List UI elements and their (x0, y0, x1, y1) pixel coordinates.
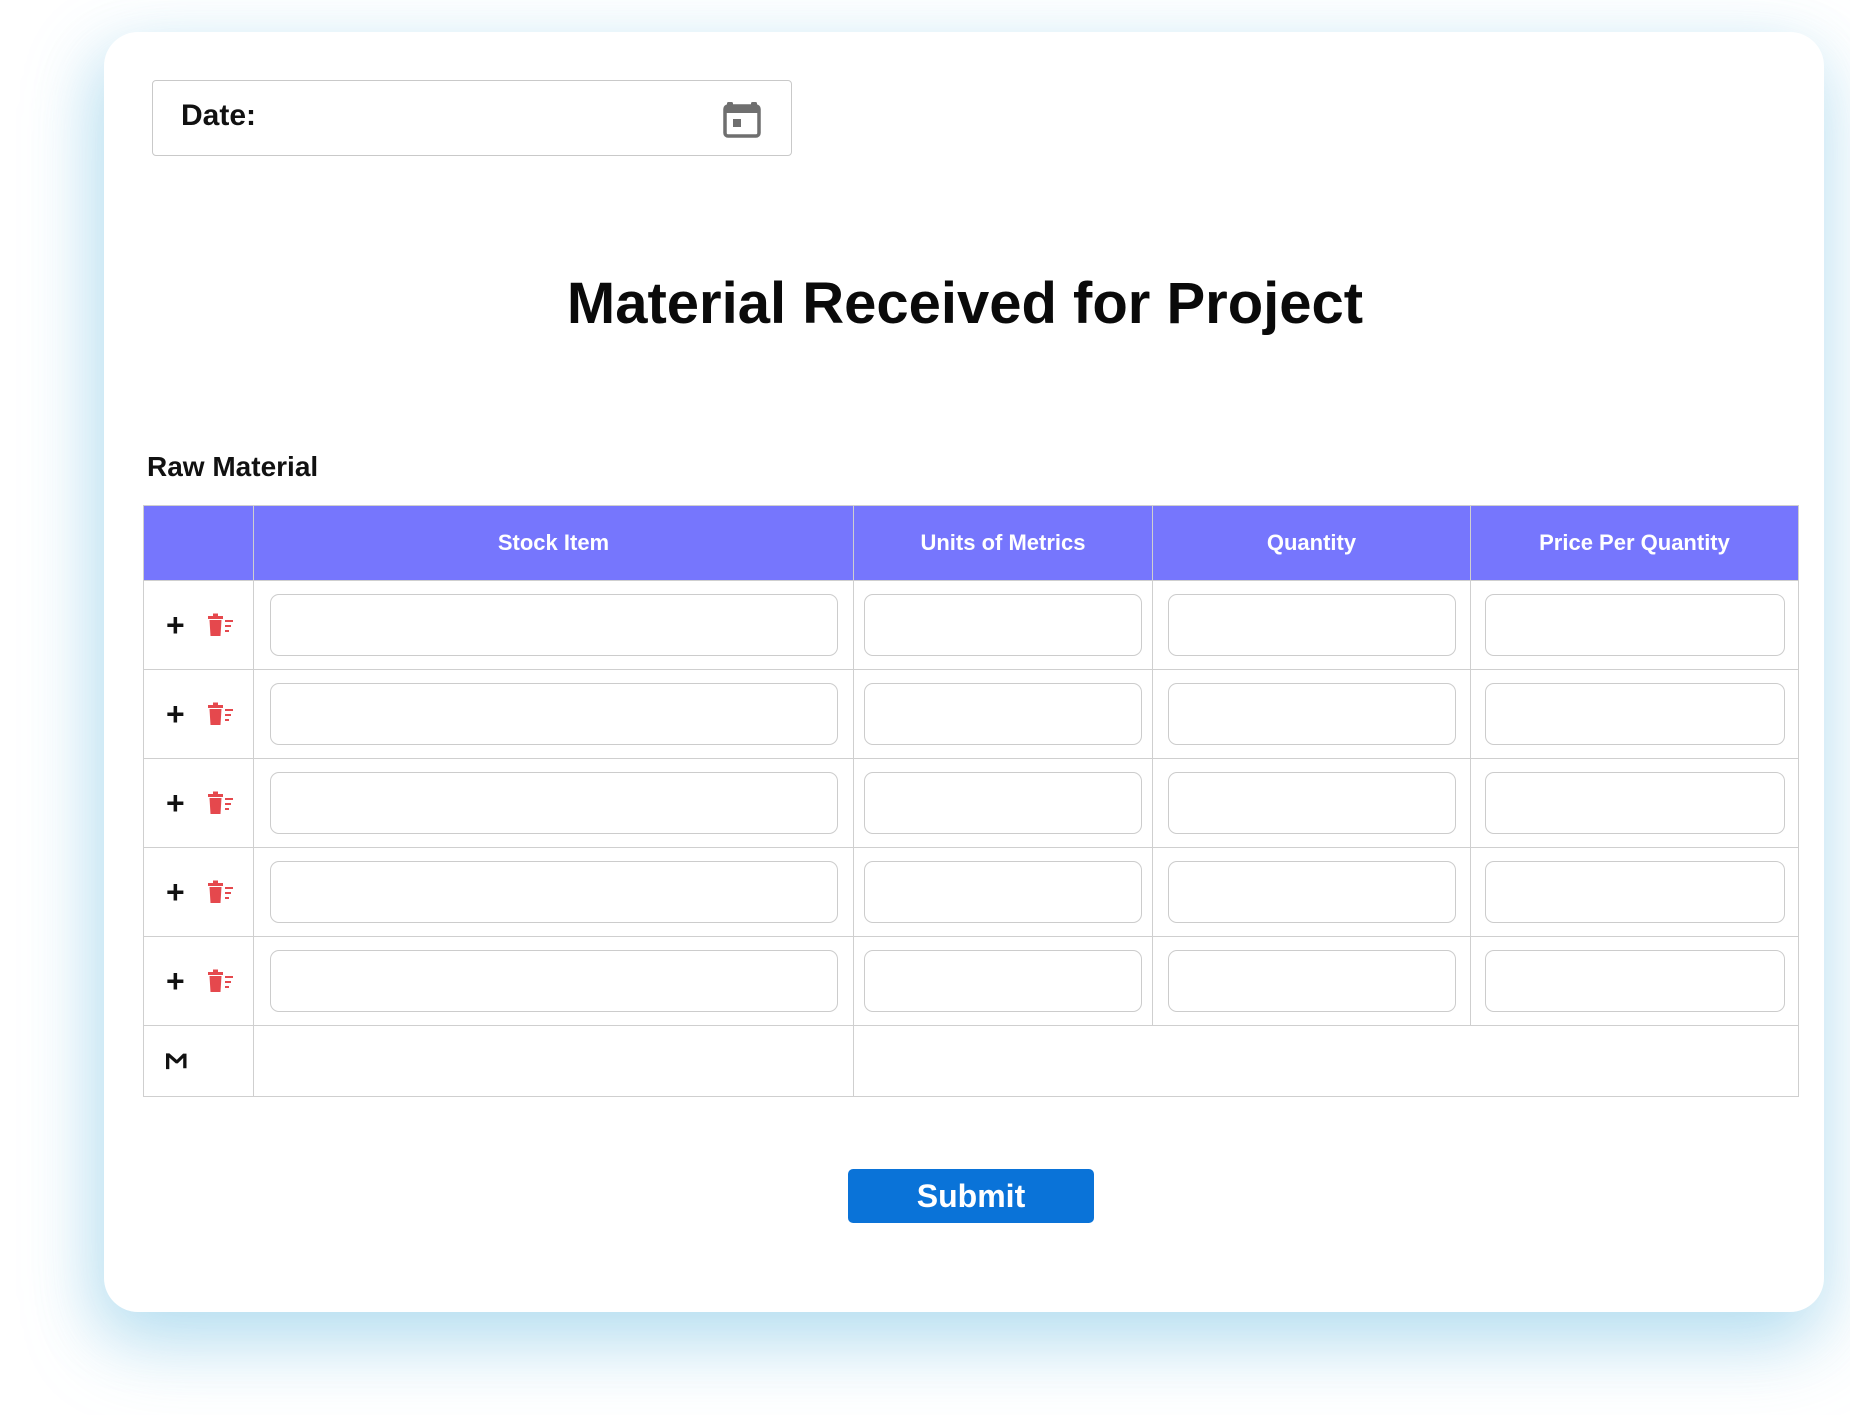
price-input[interactable] (1484, 683, 1785, 745)
section-label: Raw Material (147, 451, 319, 482)
cell-quantity (1152, 669, 1471, 759)
add-row-button[interactable]: + (166, 787, 185, 819)
row-controls: + (143, 936, 254, 1026)
sum-stock-item-cell (253, 1025, 854, 1097)
cell-quantity (1152, 758, 1471, 848)
price-input[interactable] (1484, 594, 1785, 656)
add-row-button[interactable]: + (166, 876, 185, 908)
delete-row-icon[interactable] (206, 969, 234, 993)
add-row-button[interactable]: + (166, 609, 185, 641)
date-field[interactable]: Date: (152, 80, 792, 156)
cell-price (1470, 669, 1799, 759)
header-stock-item: Stock Item (253, 505, 854, 581)
cell-price (1470, 758, 1799, 848)
delete-row-icon[interactable] (206, 613, 234, 637)
units-input[interactable] (864, 683, 1142, 745)
table-row: + (143, 669, 1799, 759)
price-input[interactable] (1484, 772, 1785, 834)
quantity-input[interactable] (1167, 683, 1456, 745)
row-controls: + (143, 758, 254, 848)
quantity-input[interactable] (1167, 772, 1456, 834)
summary-row: Σ (143, 1025, 1799, 1097)
stock-item-input[interactable] (269, 950, 838, 1012)
table-row: + (143, 847, 1799, 937)
table-row: + (143, 936, 1799, 1026)
cell-price (1470, 936, 1799, 1026)
cell-stock-item (253, 758, 854, 848)
quantity-input[interactable] (1167, 950, 1456, 1012)
cell-quantity (1152, 936, 1471, 1026)
stock-item-input[interactable] (269, 861, 838, 923)
date-label: Date: (181, 99, 257, 132)
cell-price (1470, 580, 1799, 670)
stock-item-input[interactable] (269, 594, 838, 656)
delete-row-icon[interactable] (206, 702, 234, 726)
sum-total-cell (853, 1025, 1799, 1097)
price-input[interactable] (1484, 861, 1785, 923)
price-input[interactable] (1484, 950, 1785, 1012)
row-controls: + (143, 580, 254, 670)
page-title: Material Received for Project (566, 271, 1364, 336)
table-row: + (143, 758, 1799, 848)
sum-cell: Σ (143, 1025, 254, 1097)
cell-quantity (1152, 580, 1471, 670)
table-row: + (143, 580, 1799, 670)
cell-stock-item (253, 847, 854, 937)
cell-stock-item (253, 580, 854, 670)
cell-units (853, 758, 1153, 848)
cell-stock-item (253, 936, 854, 1026)
header-price-per-quantity: Price Per Quantity (1470, 505, 1799, 581)
units-input[interactable] (864, 861, 1142, 923)
calendar-icon[interactable] (723, 98, 761, 138)
add-row-button[interactable]: + (166, 698, 185, 730)
cell-quantity (1152, 847, 1471, 937)
cell-units (853, 669, 1153, 759)
add-row-button[interactable]: + (166, 965, 185, 997)
cell-stock-item (253, 669, 854, 759)
header-controls (143, 505, 254, 581)
raw-material-table: Stock Item Units of Metrics Quantity Pri… (143, 505, 1799, 1097)
quantity-input[interactable] (1167, 861, 1456, 923)
sum-icon: Σ (159, 1051, 193, 1071)
cell-units (853, 847, 1153, 937)
row-controls: + (143, 669, 254, 759)
units-input[interactable] (864, 594, 1142, 656)
units-input[interactable] (864, 950, 1142, 1012)
delete-row-icon[interactable] (206, 791, 234, 815)
header-quantity: Quantity (1152, 505, 1471, 581)
cell-units (853, 580, 1153, 670)
submit-button[interactable]: Submit (848, 1169, 1094, 1223)
row-controls: + (143, 847, 254, 937)
delete-row-icon[interactable] (206, 880, 234, 904)
cell-price (1470, 847, 1799, 937)
table-header-row: Stock Item Units of Metrics Quantity Pri… (143, 505, 1799, 581)
header-units-of-metrics: Units of Metrics (853, 505, 1153, 581)
cell-units (853, 936, 1153, 1026)
units-input[interactable] (864, 772, 1142, 834)
stock-item-input[interactable] (269, 772, 838, 834)
quantity-input[interactable] (1167, 594, 1456, 656)
stock-item-input[interactable] (269, 683, 838, 745)
